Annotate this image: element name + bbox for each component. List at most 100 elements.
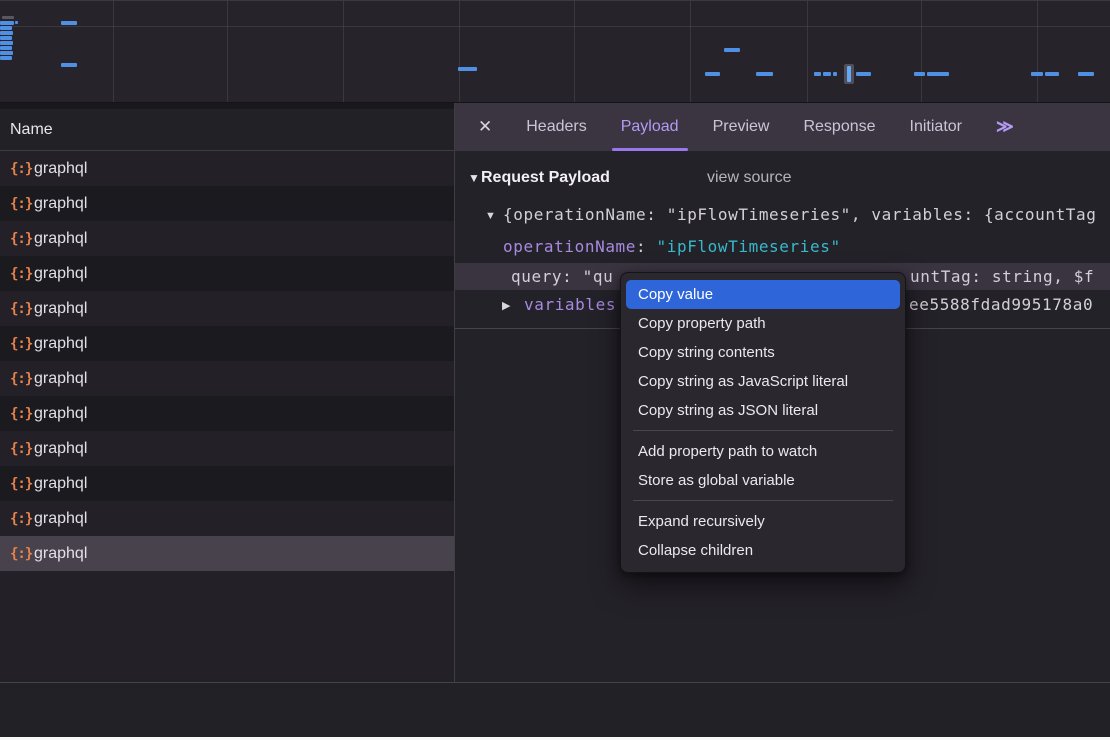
menu-item-copy-property-path[interactable]: Copy property path — [626, 309, 900, 338]
json-request-icon: {:} — [10, 266, 34, 282]
menu-item-copy-string-contents[interactable]: Copy string contents — [626, 338, 900, 367]
name-column-label: Name — [10, 121, 53, 139]
request-timing-bar — [0, 36, 12, 40]
payload-text: untTag: string, $f — [910, 267, 1094, 286]
payload-text: : — [636, 237, 656, 256]
name-column-header[interactable]: Name — [0, 103, 454, 151]
request-name: graphql — [34, 545, 87, 563]
json-request-icon: {:} — [10, 546, 34, 562]
request-timing-bar — [0, 56, 12, 60]
payload-text: query: "qu — [511, 267, 613, 286]
request-timing-bar — [0, 41, 13, 45]
json-request-icon: {:} — [10, 511, 34, 527]
network-request-row[interactable]: {:}graphql — [0, 221, 454, 256]
menu-separator — [633, 430, 893, 431]
request-timing-bar — [0, 21, 14, 25]
menu-item-copy-string-as-javascript-literal[interactable]: Copy string as JavaScript literal — [626, 367, 900, 396]
json-request-icon: {:} — [10, 406, 34, 422]
payload-text: ee5588fdad995178a0 — [909, 295, 1093, 314]
request-payload-section-header: ▼ Request Payload view source — [455, 163, 1110, 193]
tab-headers[interactable]: Headers — [526, 103, 586, 151]
request-timing-bar — [61, 21, 77, 25]
request-name: graphql — [34, 440, 87, 458]
request-timing-bar — [927, 72, 949, 76]
network-request-row[interactable]: {:}graphql — [0, 186, 454, 221]
expand-icon[interactable]: ▼ — [485, 210, 496, 222]
menu-item-store-as-global-variable[interactable]: Store as global variable — [626, 466, 900, 495]
payload-text: {operationName: "ipFlowTimeseries", vari… — [503, 205, 1097, 224]
grid-line — [807, 1, 808, 102]
expand-icon[interactable]: ▶ — [502, 300, 510, 312]
menu-item-expand-recursively[interactable]: Expand recursively — [626, 507, 900, 536]
grid-line — [0, 26, 1110, 27]
network-request-row[interactable]: {:}graphql — [0, 536, 454, 571]
request-name: graphql — [34, 475, 87, 493]
json-request-icon: {:} — [10, 301, 34, 317]
request-rows: {:}graphql{:}graphql{:}graphql{:}graphql… — [0, 151, 454, 571]
collapse-section-icon[interactable]: ▼ — [468, 171, 480, 185]
tab-preview[interactable]: Preview — [713, 103, 770, 151]
json-request-icon: {:} — [10, 476, 34, 492]
network-request-row[interactable]: {:}graphql — [0, 466, 454, 501]
request-timing-bar — [705, 72, 720, 76]
request-timing-bar — [823, 72, 831, 76]
network-request-row[interactable]: {:}graphql — [0, 396, 454, 431]
more-tabs-icon[interactable]: ≫ — [996, 103, 1014, 151]
grid-line — [113, 1, 114, 102]
json-request-icon: {:} — [10, 371, 34, 387]
request-name: graphql — [34, 300, 87, 318]
json-request-icon: {:} — [10, 336, 34, 352]
request-timing-bar — [2, 16, 14, 19]
request-timing-bar — [1031, 72, 1043, 76]
view-source-link[interactable]: view source — [707, 169, 791, 186]
payload-tree-row[interactable]: ▼ {operationName: "ipFlowTimeseries", var… — [455, 200, 1110, 229]
request-name: graphql — [34, 230, 87, 248]
request-timing-bar — [1045, 72, 1059, 76]
payload-tree-row[interactable]: operationName: "ipFlowTimeseries" — [455, 232, 1110, 262]
network-request-row[interactable]: {:}graphql — [0, 361, 454, 396]
network-request-row[interactable]: {:}graphql — [0, 256, 454, 291]
request-name: graphql — [34, 195, 87, 213]
request-timing-bar — [0, 26, 12, 30]
request-name: graphql — [34, 160, 87, 178]
details-tab-bar: ✕ Headers Payload Preview Response Initiator… — [455, 103, 1110, 151]
request-timing-bar — [914, 72, 925, 76]
json-request-icon: {:} — [10, 196, 34, 212]
network-request-row[interactable]: {:}graphql — [0, 501, 454, 536]
menu-item-copy-string-as-json-literal[interactable]: Copy string as JSON literal — [626, 396, 900, 425]
grid-line — [574, 1, 575, 102]
grid-line — [1037, 1, 1038, 102]
tab-initiator[interactable]: Initiator — [910, 103, 962, 151]
tab-payload[interactable]: Payload — [621, 103, 679, 151]
requests-table: Name {:}graphql{:}graphql{:}graphql{:}gr… — [0, 103, 454, 682]
request-timing-bar — [458, 67, 477, 71]
menu-item-collapse-children[interactable]: Collapse children — [626, 536, 900, 565]
request-timing-bar — [724, 48, 740, 52]
timeline-marker-core — [847, 66, 851, 82]
close-icon[interactable]: ✕ — [478, 103, 492, 151]
request-timing-bar — [61, 63, 77, 67]
network-request-row[interactable]: {:}graphql — [0, 326, 454, 361]
request-timing-bar — [0, 31, 13, 35]
json-request-icon: {:} — [10, 231, 34, 247]
grid-line — [343, 1, 344, 102]
grid-line — [227, 1, 228, 102]
network-request-row[interactable]: {:}graphql — [0, 151, 454, 186]
payload-text: variables — [524, 295, 616, 314]
menu-item-add-property-path-to-watch[interactable]: Add property path to watch — [626, 437, 900, 466]
json-request-icon: {:} — [10, 161, 34, 177]
request-name: graphql — [34, 370, 87, 388]
request-payload-title: Request Payload — [481, 169, 610, 186]
grid-line — [690, 1, 691, 102]
menu-separator — [633, 500, 893, 501]
network-overview[interactable] — [0, 0, 1110, 103]
json-request-icon: {:} — [10, 441, 34, 457]
menu-item-copy-value[interactable]: Copy value — [626, 280, 900, 309]
request-timing-bar — [0, 51, 13, 55]
tab-response[interactable]: Response — [803, 103, 875, 151]
request-name: graphql — [34, 335, 87, 353]
network-request-row[interactable]: {:}graphql — [0, 431, 454, 466]
network-request-row[interactable]: {:}graphql — [0, 291, 454, 326]
context-menu: Copy valueCopy property pathCopy string … — [620, 272, 906, 573]
status-footer — [0, 683, 1110, 737]
